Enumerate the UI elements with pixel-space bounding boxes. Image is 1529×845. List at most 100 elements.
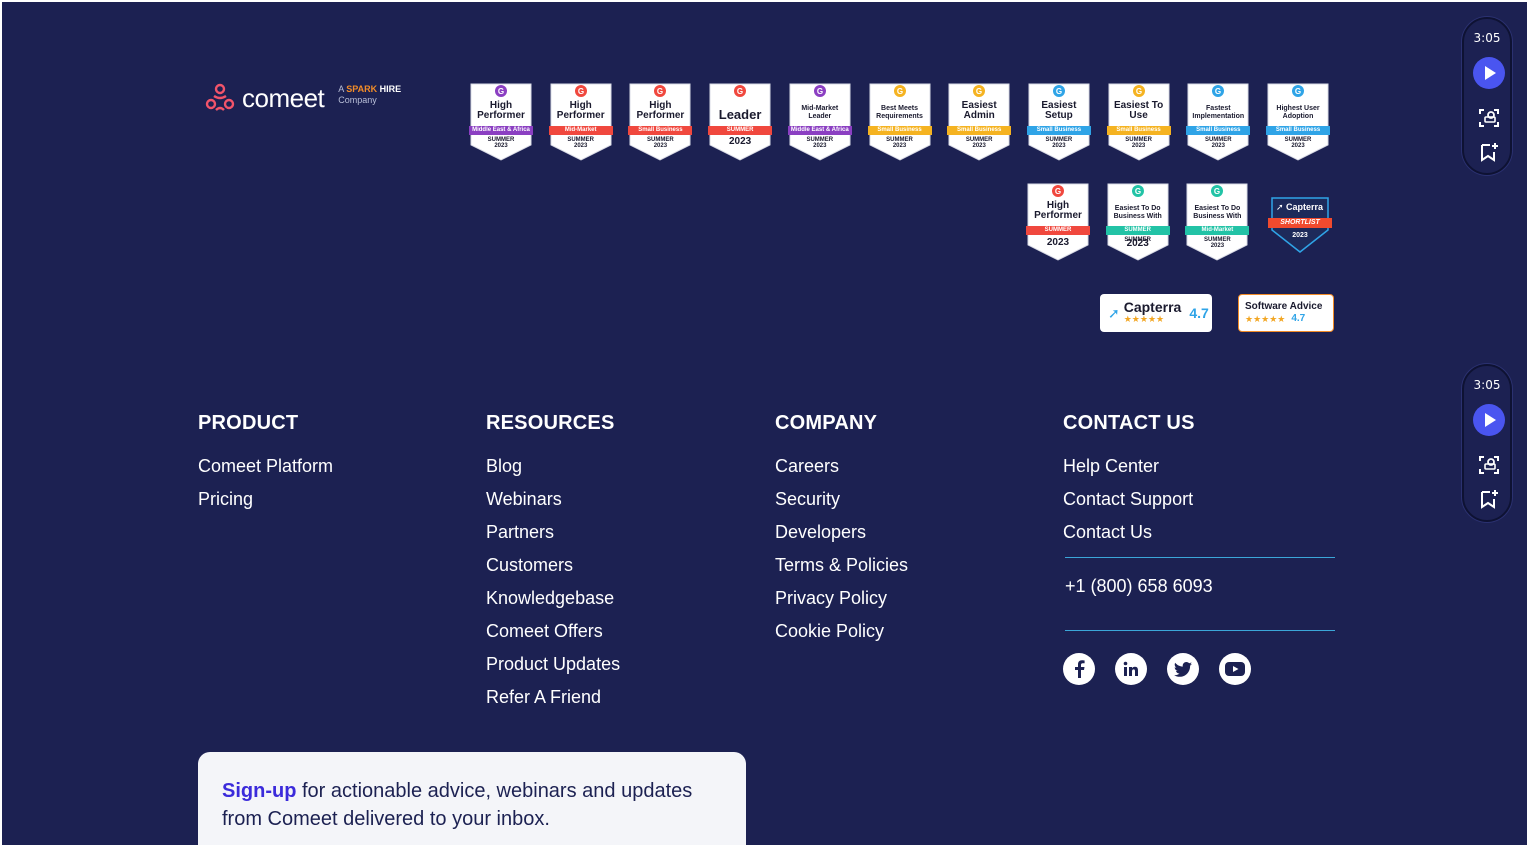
company-heading: COMPANY (775, 412, 878, 434)
g2-badge: G High Performer Small Business SUMMER 2023 (628, 83, 693, 161)
link-security[interactable]: Security (775, 488, 908, 510)
twitter-link[interactable] (1167, 653, 1199, 685)
facebook-link[interactable] (1063, 653, 1095, 685)
footer: comeet A SPARK HIRE Company G High Perfor… (2, 2, 1527, 845)
link-contact-support[interactable]: Contact Support (1063, 488, 1195, 510)
badge-year: 2023 (653, 143, 668, 149)
product-column: PRODUCT Comeet Platform Pricing (198, 412, 333, 521)
g2-badge: G Easiest To Use Small Business SUMMER 2023 (1106, 83, 1171, 161)
link-help-center[interactable]: Help Center (1063, 455, 1195, 477)
badge-shape: G (628, 83, 693, 161)
company-column: COMPANY Careers Security Developers Term… (775, 412, 908, 653)
widget-time: 3:05 (1473, 378, 1501, 392)
badge-shape: G (548, 83, 613, 161)
linkedin-link[interactable] (1115, 653, 1147, 685)
badge-title: High Performer (477, 100, 525, 121)
contact-column: CONTACT US Help Center Contact Support C… (1063, 412, 1195, 554)
link-webinars[interactable]: Webinars (486, 488, 620, 510)
badge-title: Best Meets Requirements (876, 105, 923, 120)
comeet-logo[interactable]: comeet A SPARK HIRE Company (204, 82, 401, 114)
capterra-shortlist-brand: ➚ Capterra (1276, 202, 1324, 212)
software-advice-rating-left: Software Advice ★★★★★ 4.7 (1245, 301, 1322, 325)
g2-logo-icon: G (498, 87, 504, 96)
signup-link[interactable]: Sign-up (222, 780, 296, 802)
play-button[interactable] (1473, 404, 1505, 436)
software-advice-rating[interactable]: Software Advice ★★★★★ 4.7 (1238, 294, 1334, 332)
g2-badge: G High Performer SUMMER 2023 (1026, 183, 1090, 261)
g2-logo-icon: G (578, 87, 584, 96)
g2-badge: G Easiest Setup Small Business SUMMER 2023 (1026, 83, 1091, 161)
capterra-shortlist-ribbon: SHORTLIST (1280, 219, 1320, 226)
g2-logo-icon: G (976, 87, 982, 96)
link-product-updates[interactable]: Product Updates (486, 653, 620, 675)
software-advice-stars: ★★★★★ (1245, 314, 1286, 324)
badge-title: Highest User Adoption (1276, 105, 1320, 120)
resources-heading: RESOURCES (486, 412, 615, 434)
capterra-rating-left: Capterra ★★★★★ (1123, 299, 1182, 325)
g2-logo-icon: G (1055, 187, 1061, 196)
badge-shape: G (947, 83, 1012, 161)
link-privacy-policy[interactable]: Privacy Policy (775, 587, 908, 609)
g2-logo-icon: G (1214, 187, 1220, 196)
badge-year: 2023 (892, 143, 907, 149)
phone-number[interactable]: +1 (800) 658 6093 (1065, 576, 1213, 597)
badge-ribbon: Small Business (1116, 127, 1161, 133)
add-bookmark-icon[interactable] (1478, 141, 1500, 163)
link-refer-a-friend[interactable]: Refer A Friend (486, 686, 620, 708)
video-widget-1: 3:05 (1462, 17, 1512, 175)
badge-shape: G (1186, 83, 1251, 161)
badge-shape: G (1026, 83, 1091, 161)
comeet-logo-icon (205, 83, 235, 111)
badge-shape: G (469, 83, 533, 161)
link-comeet-offers[interactable]: Comeet Offers (486, 620, 620, 642)
badge-year: 2023 (1046, 237, 1070, 248)
spark-hire-tagline: A SPARK HIRE Company (338, 84, 401, 106)
software-advice-row: ★★★★★ 4.7 (1245, 313, 1322, 325)
link-partners[interactable]: Partners (486, 521, 620, 543)
tagline-prefix: A (338, 84, 344, 94)
link-pricing[interactable]: Pricing (198, 488, 333, 510)
badge-year: 2023 (1211, 143, 1225, 149)
g2-badge: G High Performer Middle East & Africa SUMME… (469, 83, 533, 161)
play-button[interactable] (1473, 57, 1505, 89)
badge-season: SUMMER (726, 127, 754, 133)
link-knowledgebase[interactable]: Knowledgebase (486, 587, 620, 609)
screen-capture-icon[interactable] (1478, 107, 1500, 129)
capterra-shortlist-badge: ➚ Capterra SHORTLIST 2023 (1268, 196, 1332, 254)
capterra-arrow-icon: ➚ (1108, 304, 1120, 321)
screen-capture-icon[interactable] (1478, 454, 1500, 476)
link-comeet-platform[interactable]: Comeet Platform (198, 455, 333, 477)
g2-badge: G Mid-Market Leader Middle East & Africa SU… (787, 83, 852, 161)
software-advice-name: Software Advice (1245, 301, 1323, 312)
badge-ribbon: Small Business (638, 127, 683, 133)
contact-divider-top (1065, 557, 1335, 558)
badge-title: Fastest Implementation (1192, 105, 1245, 120)
link-contact-us[interactable]: Contact Us (1063, 521, 1195, 543)
software-advice-score: 4.7 (1291, 313, 1306, 324)
badge-shape: G (1105, 183, 1170, 261)
add-bookmark-icon[interactable] (1478, 488, 1500, 510)
badge-year: 2023 (813, 143, 827, 149)
facebook-icon (1075, 660, 1085, 678)
g2-badge: G Easiest To Do Business With Mid-Market SU… (1185, 183, 1250, 261)
link-developers[interactable]: Developers (775, 521, 908, 543)
badge-title: Easiest Admin (961, 100, 997, 121)
capterra-name: Capterra (1123, 299, 1182, 315)
contact-heading: CONTACT US (1063, 412, 1195, 434)
g2-logo-icon: G (1135, 87, 1141, 96)
badge-ribbon: Small Business (1196, 127, 1241, 133)
link-blog[interactable]: Blog (486, 455, 620, 477)
capterra-rating[interactable]: ➚ Capterra ★★★★★ 4.7 (1100, 294, 1212, 332)
g2-logo-icon: G (657, 87, 663, 96)
link-terms-policies[interactable]: Terms & Policies (775, 554, 908, 576)
link-customers[interactable]: Customers (486, 554, 620, 576)
badge-title: High Performer (556, 100, 605, 121)
link-cookie-policy[interactable]: Cookie Policy (775, 620, 908, 642)
widget-time: 3:05 (1473, 31, 1501, 45)
g2-logo-icon: G (1215, 87, 1221, 96)
link-careers[interactable]: Careers (775, 455, 908, 477)
g2-badge: G Leader SUMMER 2023 (708, 83, 773, 161)
badge-title: Leader (718, 107, 762, 122)
g2-logo-icon: G (737, 87, 743, 96)
youtube-link[interactable] (1219, 653, 1251, 685)
